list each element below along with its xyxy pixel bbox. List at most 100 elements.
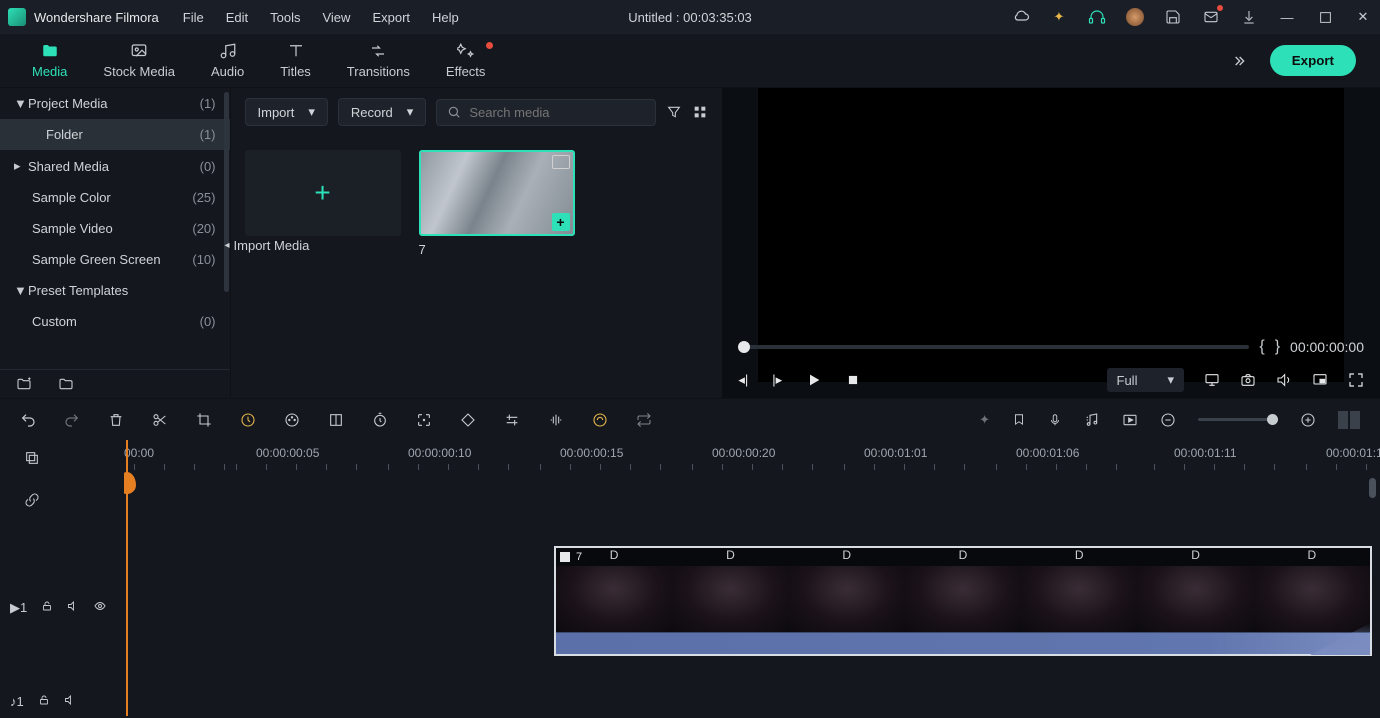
color-button[interactable] [284,412,300,428]
media-clip[interactable]: + 7 [419,150,575,257]
redo-button[interactable] [64,412,80,428]
marker-icon[interactable] [1012,412,1026,428]
audio-mixer-icon[interactable] [1084,412,1100,428]
scrub-track[interactable] [738,345,1249,349]
export-button[interactable]: Export [1270,45,1356,76]
layers-icon[interactable] [24,450,40,466]
new-folder-icon[interactable] [16,376,32,392]
zoom-out-button[interactable] [1160,412,1176,428]
duration-button[interactable] [372,412,388,428]
tab-audio[interactable]: Audio [193,42,262,79]
monitor-icon[interactable] [1204,372,1220,388]
folder-icon[interactable] [58,376,74,392]
mark-out-button[interactable]: } [1275,338,1280,356]
menu-edit[interactable]: Edit [226,10,248,25]
fullscreen-icon[interactable] [1348,372,1364,388]
timeline-clip[interactable]: 7 [554,546,1372,656]
search-media-box[interactable] [436,99,656,126]
sidebar-item-sample-color[interactable]: Sample Color(25) [0,182,230,213]
cloud-icon[interactable] [1012,8,1030,26]
play-button[interactable] [806,372,822,388]
grid-view-icon[interactable] [692,104,708,120]
add-media-tile[interactable]: + [245,150,401,236]
audio-track-icon[interactable]: ♪1 [10,694,24,709]
sidebar-item-folder[interactable]: Folder(1) [0,119,230,150]
video-track-icon[interactable]: ▶1 [10,600,27,616]
speed-button[interactable] [240,412,256,428]
add-to-timeline-button[interactable]: + [552,213,570,231]
tab-stock-media[interactable]: Stock Media [85,42,193,79]
preview-scrubber: { } 00:00:00:00 [738,332,1364,362]
voiceover-icon[interactable] [1048,412,1062,428]
motion-tracking-button[interactable] [416,412,432,428]
split-button[interactable] [152,412,168,428]
import-dropdown[interactable]: Import▾ [245,98,328,126]
render-icon[interactable] [1122,412,1138,428]
record-dropdown[interactable]: Record▾ [338,98,426,126]
sidebar-scrollbar[interactable] [224,92,229,292]
stop-button[interactable] [846,373,860,387]
avatar-icon[interactable] [1126,8,1144,26]
sparkle-icon[interactable]: ✦ [1050,8,1068,26]
next-frame-button[interactable]: |▸ [772,372,782,388]
sidebar-item-sample-green-screen[interactable]: Sample Green Screen(10) [0,244,230,275]
save-icon[interactable] [1164,8,1182,26]
sidebar-item-shared-media[interactable]: ▸Shared Media(0) [0,150,230,182]
import-media-label[interactable]: ◂Import Media [225,238,310,253]
close-button[interactable]: ✕ [1354,8,1372,26]
speed-ramp-button[interactable] [592,412,608,428]
menu-view[interactable]: View [322,10,350,25]
tab-titles[interactable]: Titles [262,42,329,79]
auto-ripple-icon[interactable]: ✦ [979,412,990,428]
adjust-button[interactable] [504,412,520,428]
headset-icon[interactable] [1088,8,1106,26]
lock-icon[interactable] [41,600,53,616]
mute-icon[interactable] [64,694,76,709]
sidebar-item-project-media[interactable]: ▼Project Media(1) [0,88,230,119]
timeline-scrollbar[interactable] [1369,478,1376,498]
pip-icon[interactable] [1312,372,1328,388]
keyframe-button[interactable] [460,412,476,428]
mark-in-button[interactable]: { [1259,338,1264,356]
undo-button[interactable] [20,412,36,428]
menu-export[interactable]: Export [372,10,410,25]
zoom-slider[interactable] [1198,418,1278,421]
sidebar-item-custom[interactable]: Custom(0) [0,306,230,337]
audio-edit-button[interactable] [548,412,564,428]
zoom-fit-button[interactable] [1338,411,1360,429]
prev-frame-button[interactable]: ◂| [738,372,748,388]
menu-tools[interactable]: Tools [270,10,300,25]
tab-transitions[interactable]: Transitions [329,42,428,79]
clip-audio-waveform[interactable] [556,632,1370,654]
lock-icon[interactable] [38,694,50,709]
zoom-handle[interactable] [1267,414,1278,425]
green-screen-button[interactable] [328,412,344,428]
volume-icon[interactable] [1276,372,1292,388]
clip-thumbnail[interactable]: + [419,150,575,236]
maximize-button[interactable] [1316,8,1334,26]
scrub-handle[interactable] [738,341,750,353]
download-icon[interactable] [1240,8,1258,26]
filter-icon[interactable] [666,104,682,120]
minimize-button[interactable]: — [1278,8,1296,26]
loop-button[interactable] [636,412,652,428]
delete-button[interactable] [108,412,124,428]
tab-media[interactable]: Media [14,42,85,79]
mail-icon[interactable] [1202,8,1220,26]
mute-icon[interactable] [67,600,79,616]
zoom-in-button[interactable] [1300,412,1316,428]
sidebar-item-preset-templates[interactable]: ▼Preset Templates [0,275,230,306]
playhead[interactable] [126,440,128,716]
tab-effects[interactable]: Effects [428,42,504,79]
menu-file[interactable]: File [183,10,204,25]
crop-button[interactable] [196,412,212,428]
quality-dropdown[interactable]: Full▾ [1107,368,1184,392]
search-input[interactable] [469,105,645,120]
visibility-icon[interactable] [93,600,107,616]
more-tabs-button[interactable] [1228,53,1250,69]
link-icon[interactable] [24,492,40,508]
timeline-ruler[interactable]: 00:0000:00:00:0500:00:00:1000:00:00:1500… [124,440,1380,472]
sidebar-item-sample-video[interactable]: Sample Video(20) [0,213,230,244]
snapshot-icon[interactable] [1240,372,1256,388]
menu-help[interactable]: Help [432,10,459,25]
